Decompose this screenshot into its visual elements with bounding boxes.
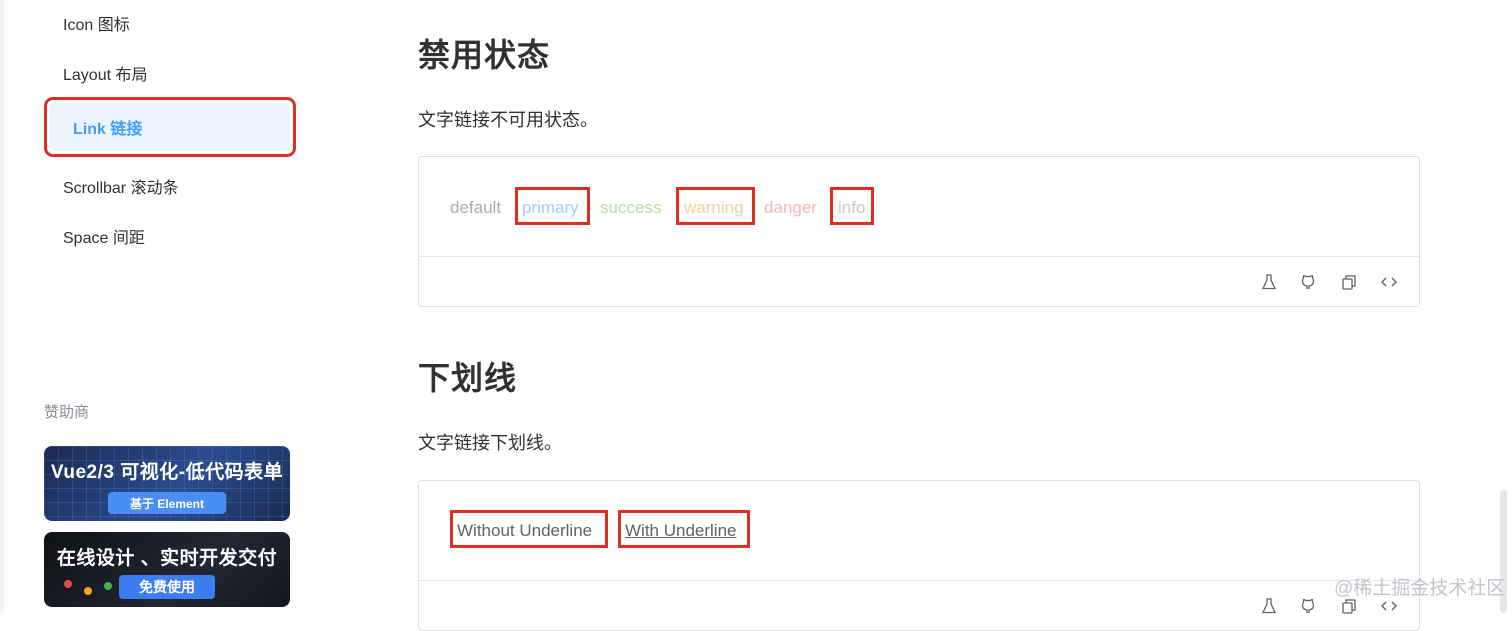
sidebar-item-link-highlight: Link 链接	[44, 97, 296, 157]
flask-icon[interactable]	[1260, 597, 1278, 615]
demo-block-underline: Without Underline With Underline	[418, 480, 1420, 631]
banner-title: 在线设计 、实时开发交付	[56, 548, 278, 569]
sidebar-item-space[interactable]: Space 间距	[63, 224, 145, 248]
sidebar-item-link[interactable]: Link 链接	[50, 103, 290, 151]
link-success-disabled: success	[600, 198, 662, 217]
highlight-box-info	[830, 187, 874, 225]
section-desc-underline: 文字链接下划线。	[418, 433, 562, 453]
flask-icon[interactable]	[1260, 273, 1278, 291]
section-desc-disabled: 文字链接不可用状态。	[418, 110, 598, 130]
copy-icon[interactable]	[1340, 273, 1358, 291]
banner-button[interactable]: 基于 Element	[108, 492, 226, 514]
demo-divider	[419, 256, 1419, 257]
sidebar: Icon 图标 Layout 布局 Link 链接 Scrollbar 滚动条 …	[0, 0, 330, 613]
github-icon[interactable]	[1300, 273, 1318, 291]
decor-dot	[104, 582, 112, 590]
section-title-underline: 下划线	[418, 360, 518, 396]
decor-dot	[84, 587, 92, 595]
highlight-box-without-underline	[450, 510, 608, 548]
sidebar-item-layout[interactable]: Layout 布局	[63, 61, 148, 85]
sidebar-item-link-label: Link 链接	[73, 121, 143, 138]
decor-dot	[64, 580, 72, 588]
watermark: @稀土掘金技术社区	[1334, 578, 1506, 599]
highlight-box-primary	[515, 187, 590, 225]
section-title-disabled: 禁用状态	[418, 37, 551, 73]
sidebar-item-scrollbar[interactable]: Scrollbar 滚动条	[63, 174, 179, 198]
sidebar-item-icon[interactable]: Icon 图标	[63, 11, 130, 35]
banner-title: Vue2/3 可视化-低代码表单	[50, 462, 284, 483]
sponsor-banner-form[interactable]: Vue2/3 可视化-低代码表单 基于 Element	[44, 446, 290, 521]
link-danger-disabled: danger	[764, 198, 817, 217]
highlight-box-warning	[676, 187, 755, 225]
github-icon[interactable]	[1300, 597, 1318, 615]
demo-divider	[419, 580, 1419, 581]
sponsor-banner-design[interactable]: 在线设计 、实时开发交付 免费使用	[44, 532, 290, 607]
link-default-disabled: default	[450, 198, 502, 217]
highlight-box-with-underline	[618, 510, 750, 548]
sponsor-title: 赞助商	[44, 404, 90, 421]
demo-block-disabled: default primary success warning danger i…	[418, 156, 1420, 307]
banner-button[interactable]: 免费使用	[119, 575, 215, 599]
code-icon[interactable]	[1380, 273, 1398, 291]
